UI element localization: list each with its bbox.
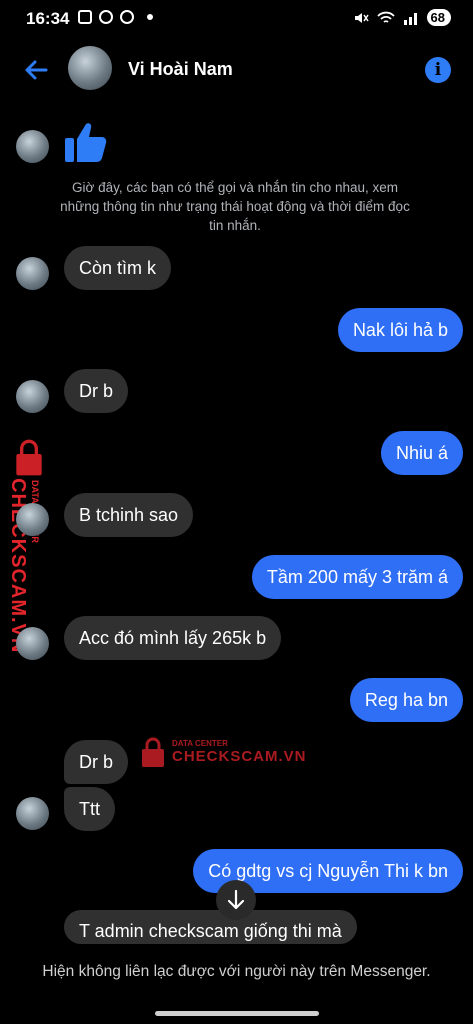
watermark-brand: CHECKSCAM.VN: [172, 748, 307, 765]
screenshot-icon: [78, 10, 92, 24]
battery-indicator: 68: [426, 9, 451, 26]
message-incoming[interactable]: Dr b: [64, 369, 129, 413]
system-message: Giờ đây, các bạn có thể gọi và nhắn tin …: [60, 180, 410, 233]
message-incoming[interactable]: T admin checkscam giống thi mà: [64, 910, 357, 944]
back-arrow-icon[interactable]: [20, 54, 52, 86]
messenger-icon: [99, 10, 113, 24]
mute-icon: [354, 12, 369, 23]
message-incoming[interactable]: Ttt: [64, 787, 115, 831]
message-outgoing[interactable]: Nak lôi hả b: [337, 308, 463, 352]
message-outgoing[interactable]: Reg ha bn: [349, 678, 463, 722]
info-icon[interactable]: i: [425, 57, 451, 83]
contact-avatar[interactable]: [68, 46, 112, 90]
status-time: 16:34: [26, 9, 70, 28]
chat-bubble-icon: [120, 10, 134, 24]
message-incoming[interactable]: Acc đó mình lấy 265k b: [64, 616, 282, 660]
wifi-icon: [376, 11, 395, 23]
avatar: [16, 130, 49, 163]
chat-header: Vi Hoài Nam i: [0, 40, 473, 102]
watermark-center: DATA CENTER CHECKSCAM.VN: [140, 736, 307, 768]
message-incoming[interactable]: B tchinh sao: [64, 493, 194, 537]
signal-icon: [403, 12, 417, 25]
avatar: [16, 380, 49, 413]
status-bar: 16:34 68: [0, 0, 473, 38]
thumbs-up-icon: [65, 123, 107, 162]
contact-name[interactable]: Vi Hoài Nam: [128, 59, 233, 80]
avatar: [16, 503, 49, 536]
unavailable-notice: Hiện không liên lạc được với người này t…: [42, 963, 431, 980]
system-icons: 68: [353, 9, 451, 26]
more-notifications-icon: [147, 14, 153, 20]
avatar: [16, 797, 49, 830]
message-outgoing[interactable]: Nhiu á: [380, 431, 463, 475]
message-outgoing[interactable]: Tầm 200 mấy 3 trăm á: [251, 555, 463, 599]
arrow-down-icon: [227, 889, 245, 910]
avatar: [16, 257, 49, 290]
message-incoming[interactable]: Còn tìm k: [64, 246, 172, 290]
home-indicator[interactable]: [155, 1011, 319, 1016]
watermark-tag: DATA CENTER: [172, 739, 228, 748]
watermark-lock-icon: [16, 439, 42, 476]
avatar: [16, 627, 49, 660]
scroll-down-button[interactable]: [216, 880, 256, 920]
message-incoming[interactable]: Dr b: [64, 740, 129, 784]
watermark-lock-icon: [142, 737, 164, 767]
notification-icons: [78, 10, 153, 24]
